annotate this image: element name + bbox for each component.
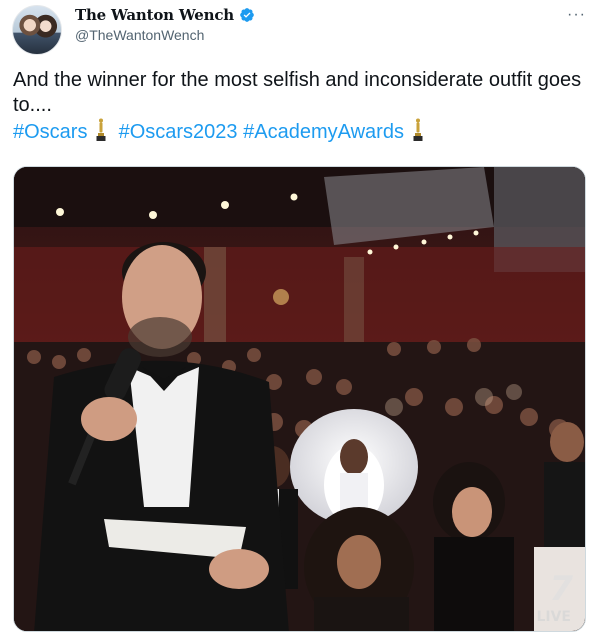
verified-badge-icon bbox=[240, 8, 254, 22]
hashtag-academyawards[interactable]: #AcademyAwards bbox=[243, 121, 404, 143]
oscar-statuette-icon bbox=[413, 118, 423, 141]
tweet-header: The Wanton Wench @TheWantonWench ··· bbox=[0, 0, 600, 64]
avatar[interactable] bbox=[12, 5, 62, 55]
hashtag-oscars[interactable]: #Oscars bbox=[13, 121, 87, 143]
hashtag-oscars2023[interactable]: #Oscars2023 bbox=[119, 121, 238, 143]
oscars-audience-photo bbox=[14, 167, 585, 631]
tweet-media-photo[interactable]: 7 LIVE bbox=[13, 166, 586, 632]
oscar-statuette-icon bbox=[96, 118, 106, 141]
live-watermark: LIVE bbox=[536, 609, 571, 625]
author-display-name[interactable]: The Wanton Wench bbox=[75, 6, 234, 24]
author-name-row: The Wanton Wench bbox=[75, 6, 255, 24]
channel-7-logo: 7 bbox=[549, 569, 573, 609]
author-handle[interactable]: @TheWantonWench bbox=[75, 27, 204, 43]
more-options-icon[interactable]: ··· bbox=[567, 6, 586, 24]
tweet-text: And the winner for the most selfish and … bbox=[13, 68, 588, 145]
tweet-body: And the winner for the most selfish and … bbox=[13, 69, 582, 116]
